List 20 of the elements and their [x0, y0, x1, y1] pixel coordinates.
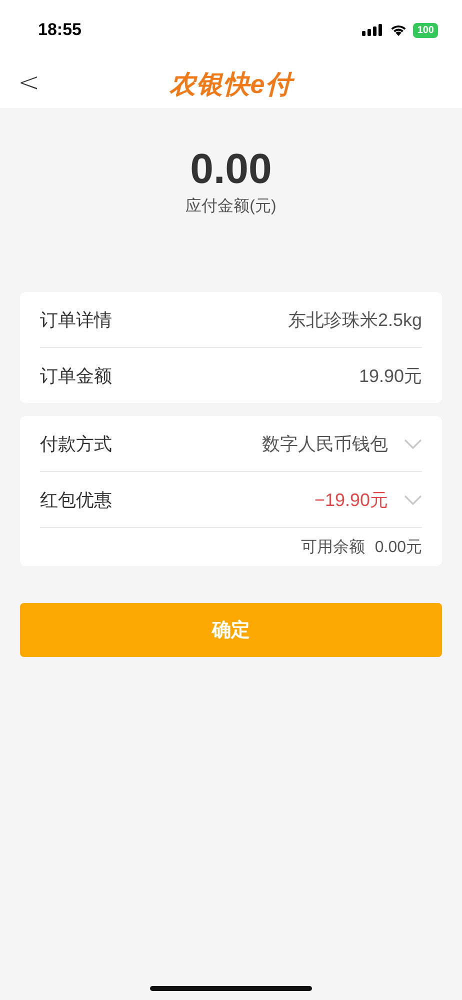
amount-label: 应付金额(元): [186, 196, 276, 217]
select-value[interactable]: 数字人民币钱包: [262, 432, 388, 456]
status-time: 18:55: [38, 20, 82, 40]
chevron-down-icon: [404, 494, 422, 504]
row-label: 订单详情: [40, 308, 113, 332]
row-value: 东北珍珠米2.5kg: [288, 308, 422, 332]
battery-indicator: 100: [413, 22, 438, 38]
signal-icon: [362, 24, 384, 36]
amount-value: 0.00: [190, 144, 272, 194]
row-value: 19.90元: [358, 364, 422, 388]
balance-value: 0.00元: [374, 538, 422, 558]
row-label: 订单金额: [40, 364, 113, 388]
back-button[interactable]: <: [12, 68, 46, 98]
app-logo: 农银快e付: [169, 68, 293, 100]
select-value[interactable]: −19.90元: [314, 488, 388, 512]
row-label: 红包优惠: [40, 488, 113, 512]
balance-label: 可用余额: [300, 538, 365, 558]
row-label: 付款方式: [40, 432, 113, 456]
chevron-down-icon: [404, 438, 422, 448]
wifi-icon: [390, 24, 408, 36]
